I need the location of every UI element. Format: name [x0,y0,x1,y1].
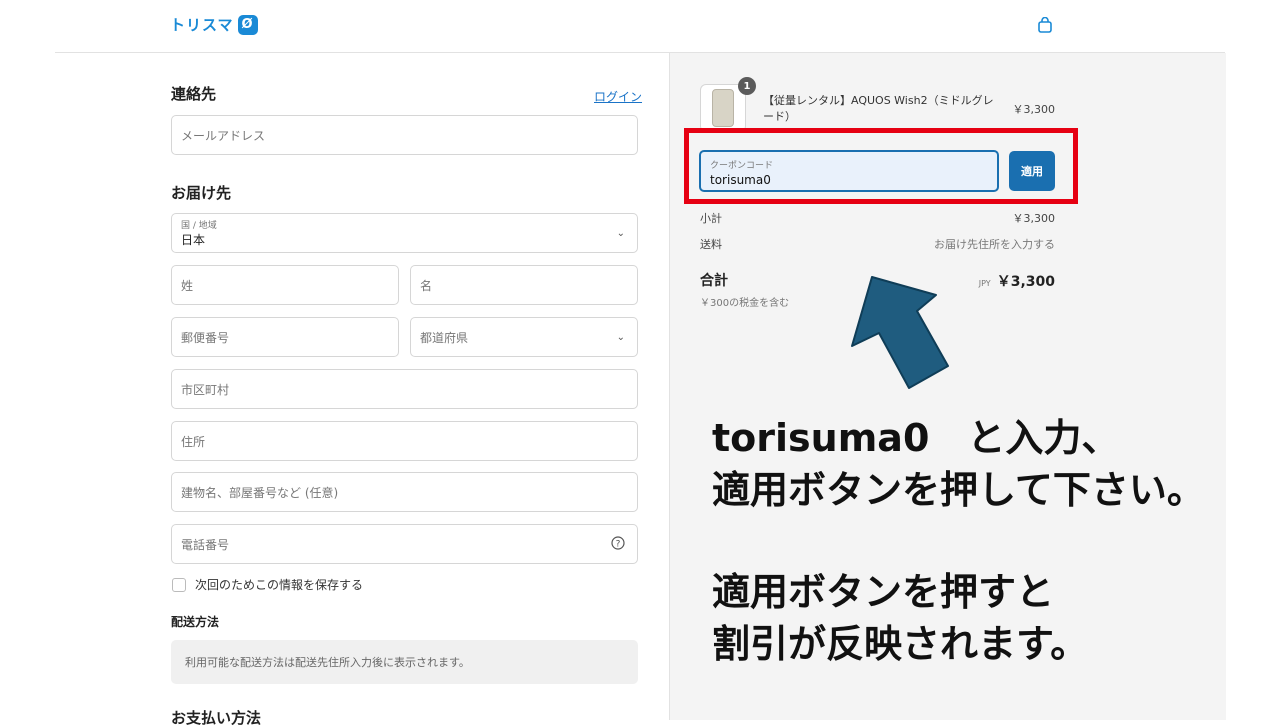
shipping-label: 送料 [700,238,722,251]
phone-image [712,89,734,127]
payment-heading: お支払い方法 [171,709,262,727]
save-info-label: 次回のためこの情報を保存する [195,578,364,592]
save-info-checkbox[interactable] [172,577,186,592]
address-field[interactable]: 住所 [171,421,638,461]
last-name-field[interactable]: 姓 [171,265,399,305]
tax-note: ￥300の税金を含む [700,298,790,309]
apply-coupon-button[interactable]: 適用 [1009,151,1055,191]
contact-heading: 連絡先 [171,85,217,103]
shipping-value: お届け先住所を入力する [934,238,1055,251]
postal-code-field[interactable]: 郵便番号 [171,317,399,357]
delivery-heading: 配送方法 [171,615,220,629]
pointer-arrow-icon [851,276,949,389]
phone-field[interactable]: 電話番号 ? [171,524,638,564]
subtotal-value: ￥3,300 [1012,212,1056,225]
product-name: 【従量レンタル】AQUOS Wish2（ミドルグレード） [763,94,994,123]
total-label: 合計 [700,273,728,289]
logo-text: トリスマ [170,16,234,34]
delivery-message: 利用可能な配送方法は配送先住所入力後に表示されます。 [185,656,470,669]
coupon-input[interactable]: クーポンコード torisuma0 [699,150,999,192]
svg-text:?: ? [616,539,621,549]
prefecture-select[interactable]: 都道府県 ⌄ [410,317,638,357]
coupon-value: torisuma0 [710,173,771,187]
chevron-down-icon: ⌄ [616,331,625,343]
delivery-info-box: 利用可能な配送方法は配送先住所入力後に表示されます。 [171,640,638,684]
shopping-bag-icon[interactable] [1038,16,1052,33]
chevron-down-icon: ⌄ [616,227,625,239]
email-field[interactable]: メールアドレス [171,115,638,155]
email-placeholder: メールアドレス [181,128,266,143]
total-row: JPY ￥3,300 [960,271,1055,291]
instruction-line-4: 割引が反映されます。 [712,622,1089,666]
subtotal-label: 小計 [700,212,722,225]
logo-mark-icon: Ø [237,14,258,35]
help-icon[interactable]: ? [611,535,625,553]
postal-code-placeholder: 郵便番号 [181,330,230,345]
city-placeholder: 市区町村 [181,382,230,397]
city-field[interactable]: 市区町村 [171,369,638,409]
country-select[interactable]: 国 / 地域 日本 ⌄ [171,213,638,253]
prefecture-placeholder: 都道府県 [420,330,469,345]
country-label: 国 / 地域 [181,221,217,231]
currency-code: JPY [978,279,991,288]
phone-placeholder: 電話番号 [181,537,230,552]
instruction-line-1: torisuma0 と入力、 [712,416,1120,460]
last-name-placeholder: 姓 [181,278,194,293]
store-logo[interactable]: トリスマ Ø [170,14,258,35]
shipping-heading: お届け先 [171,184,232,202]
instruction-line-2: 適用ボタンを押して下さい。 [712,468,1205,512]
login-link[interactable]: ログイン [594,88,642,105]
building-field[interactable]: 建物名、部屋番号など (任意) [171,472,638,512]
total-value: ￥3,300 [996,274,1055,290]
country-value: 日本 [181,233,206,247]
first-name-placeholder: 名 [420,278,433,293]
building-placeholder: 建物名、部屋番号など (任意) [181,485,339,500]
instruction-line-3: 適用ボタンを押すと [712,570,1055,614]
quantity-badge: 1 [738,77,756,95]
first-name-field[interactable]: 名 [410,265,638,305]
save-info-row[interactable]: 次回のためこの情報を保存する [172,576,363,593]
product-price: ￥3,300 [1012,103,1056,116]
coupon-label: クーポンコード [710,161,774,171]
address-placeholder: 住所 [181,434,206,449]
